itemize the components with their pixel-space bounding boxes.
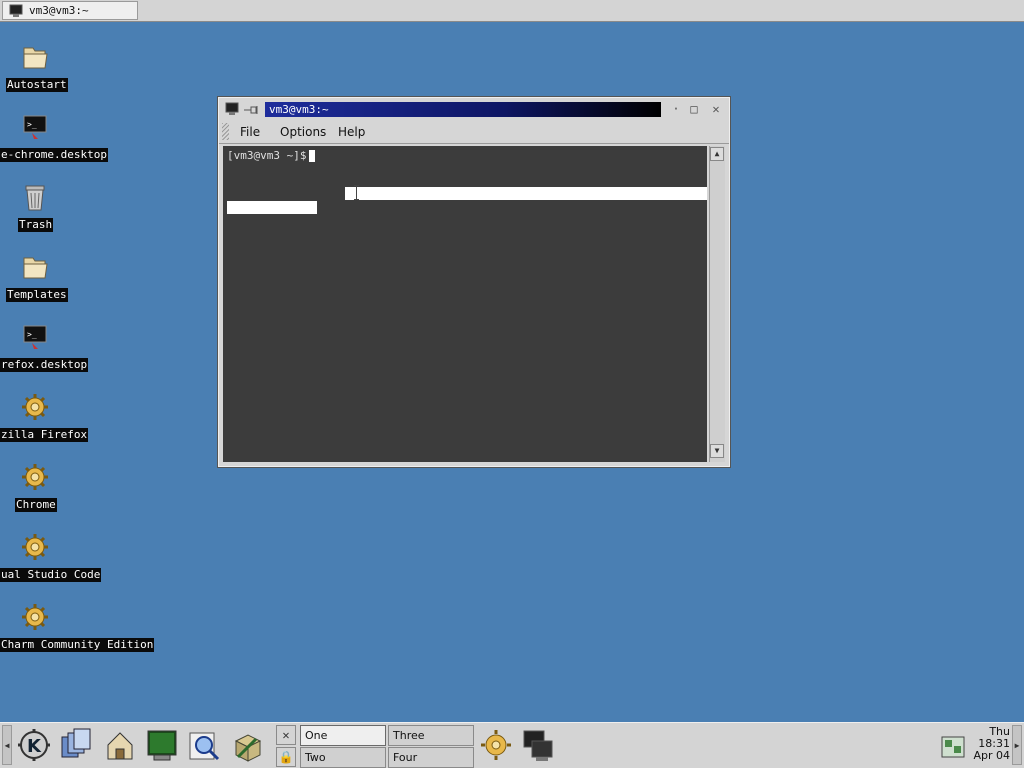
trash-icon (25, 185, 45, 211)
panel-hide-right-icon[interactable]: ▶ (1012, 725, 1022, 765)
gear-app-icon (22, 534, 48, 560)
terminal-launcher-icon: >_ (23, 115, 47, 139)
scroll-down-icon[interactable]: ▼ (710, 444, 724, 458)
gear-app-icon (22, 604, 48, 630)
network-icon[interactable] (940, 731, 966, 761)
minimize-icon[interactable]: · (669, 102, 683, 116)
vertical-scrollbar[interactable]: ▲ ▼ (709, 146, 725, 462)
window-title: vm3@vm3:~ (265, 102, 661, 117)
desktop-icon-mozilla-firefox[interactable]: zilla Firefox (0, 392, 142, 452)
desktop-icon-visual-studio-code[interactable]: ual Studio Code (0, 532, 142, 592)
terminal-app-icon[interactable] (144, 727, 180, 763)
top-task-button[interactable]: vm3@vm3:~ (2, 1, 138, 20)
desktop-one-button[interactable]: One (300, 725, 386, 746)
gear-app-icon (22, 464, 48, 490)
close-desktop-pager-icon[interactable]: ✕ (276, 725, 296, 745)
desktop-icon-chrome[interactable]: Chrome (0, 462, 142, 522)
terminal-launcher-icon: >_ (23, 325, 47, 349)
clock-date: Apr 04 (973, 749, 1010, 762)
terminal-screen[interactable]: [vm3@vm3 ~]$ (223, 146, 707, 462)
desktop-three-button[interactable]: Three (388, 725, 474, 746)
desktop-icon-trash[interactable]: Trash (0, 182, 142, 242)
panel-hide-left-icon[interactable]: ◀ (2, 725, 12, 765)
terminal-task-icon[interactable] (520, 727, 556, 763)
desktop-icon-autostart[interactable]: Autostart (0, 42, 142, 102)
desktop-icon-templates[interactable]: Templates (0, 252, 142, 312)
gear-app-icon (22, 394, 48, 420)
selection-highlight (345, 187, 707, 200)
desktop-two-button[interactable]: Two (300, 747, 386, 768)
terminal-icon[interactable] (225, 102, 239, 116)
package-tools-icon[interactable] (230, 727, 266, 763)
menu-file[interactable]: File (240, 125, 260, 139)
menubar-grip[interactable] (222, 123, 229, 140)
svg-text:>_: >_ (27, 330, 37, 339)
menu-options[interactable]: Options (280, 125, 326, 139)
svg-text:K: K (27, 736, 42, 757)
gear-app-icon[interactable] (478, 727, 514, 763)
clock[interactable]: Thu 18:31 Apr 04 (968, 726, 1010, 766)
menu-help[interactable]: Help (338, 125, 365, 139)
shell-prompt: [vm3@vm3 ~]$ (227, 149, 307, 162)
ibeam-pointer-icon (354, 185, 360, 200)
folder-icon (23, 47, 48, 69)
desktop-icon-label: Templates (6, 288, 68, 302)
desktop-icon-label: e-chrome.desktop (0, 148, 108, 162)
desktop-icon-label: zilla Firefox (0, 428, 89, 442)
window-list-icon[interactable] (58, 727, 94, 763)
close-icon[interactable]: ✕ (709, 102, 723, 116)
top-taskbar: vm3@vm3:~ (0, 0, 1024, 22)
svg-text:>_: >_ (27, 120, 37, 129)
search-icon[interactable] (186, 727, 222, 763)
desktop-icon-label: Chrome (15, 498, 57, 512)
maximize-icon[interactable]: □ (687, 102, 701, 116)
text-cursor (309, 150, 315, 162)
desktop-icon-label: Autostart (6, 78, 68, 92)
desktop-icon-firefox-desktop[interactable]: >_ refox.desktop (0, 322, 142, 382)
desktop-icon-label: Charm Community Edition (0, 638, 155, 652)
desktop-four-button[interactable]: Four (388, 747, 474, 768)
desktop-icon-label: ual Studio Code (0, 568, 102, 582)
pin-icon[interactable] (243, 104, 259, 116)
terminal-window[interactable]: vm3@vm3:~ · □ ✕ File Options Help [vm3@v… (217, 96, 731, 468)
terminal-icon (9, 4, 23, 17)
lock-icon[interactable]: 🔒 (276, 747, 296, 767)
scroll-up-icon[interactable]: ▲ (710, 147, 724, 161)
window-titlebar[interactable]: vm3@vm3:~ · □ ✕ (219, 98, 729, 120)
desktop-icon-label: Trash (18, 218, 54, 232)
menu-bar: File Options Help (219, 120, 729, 144)
folder-icon (23, 257, 48, 279)
selection-highlight (227, 201, 317, 214)
desktop-icon-pycharm[interactable]: Charm Community Edition (0, 602, 155, 662)
bottom-taskbar: ◀ K ✕ 🔒 One Two Three Four Thu 18:31 Apr… (0, 722, 1024, 768)
desktop-icon-chrome-desktop[interactable]: >_ e-chrome.desktop (0, 112, 142, 172)
top-task-title: vm3@vm3:~ (29, 4, 89, 17)
k-menu-icon[interactable]: K (16, 727, 52, 763)
desktop-icon-label: refox.desktop (0, 358, 89, 372)
home-icon[interactable] (102, 727, 138, 763)
